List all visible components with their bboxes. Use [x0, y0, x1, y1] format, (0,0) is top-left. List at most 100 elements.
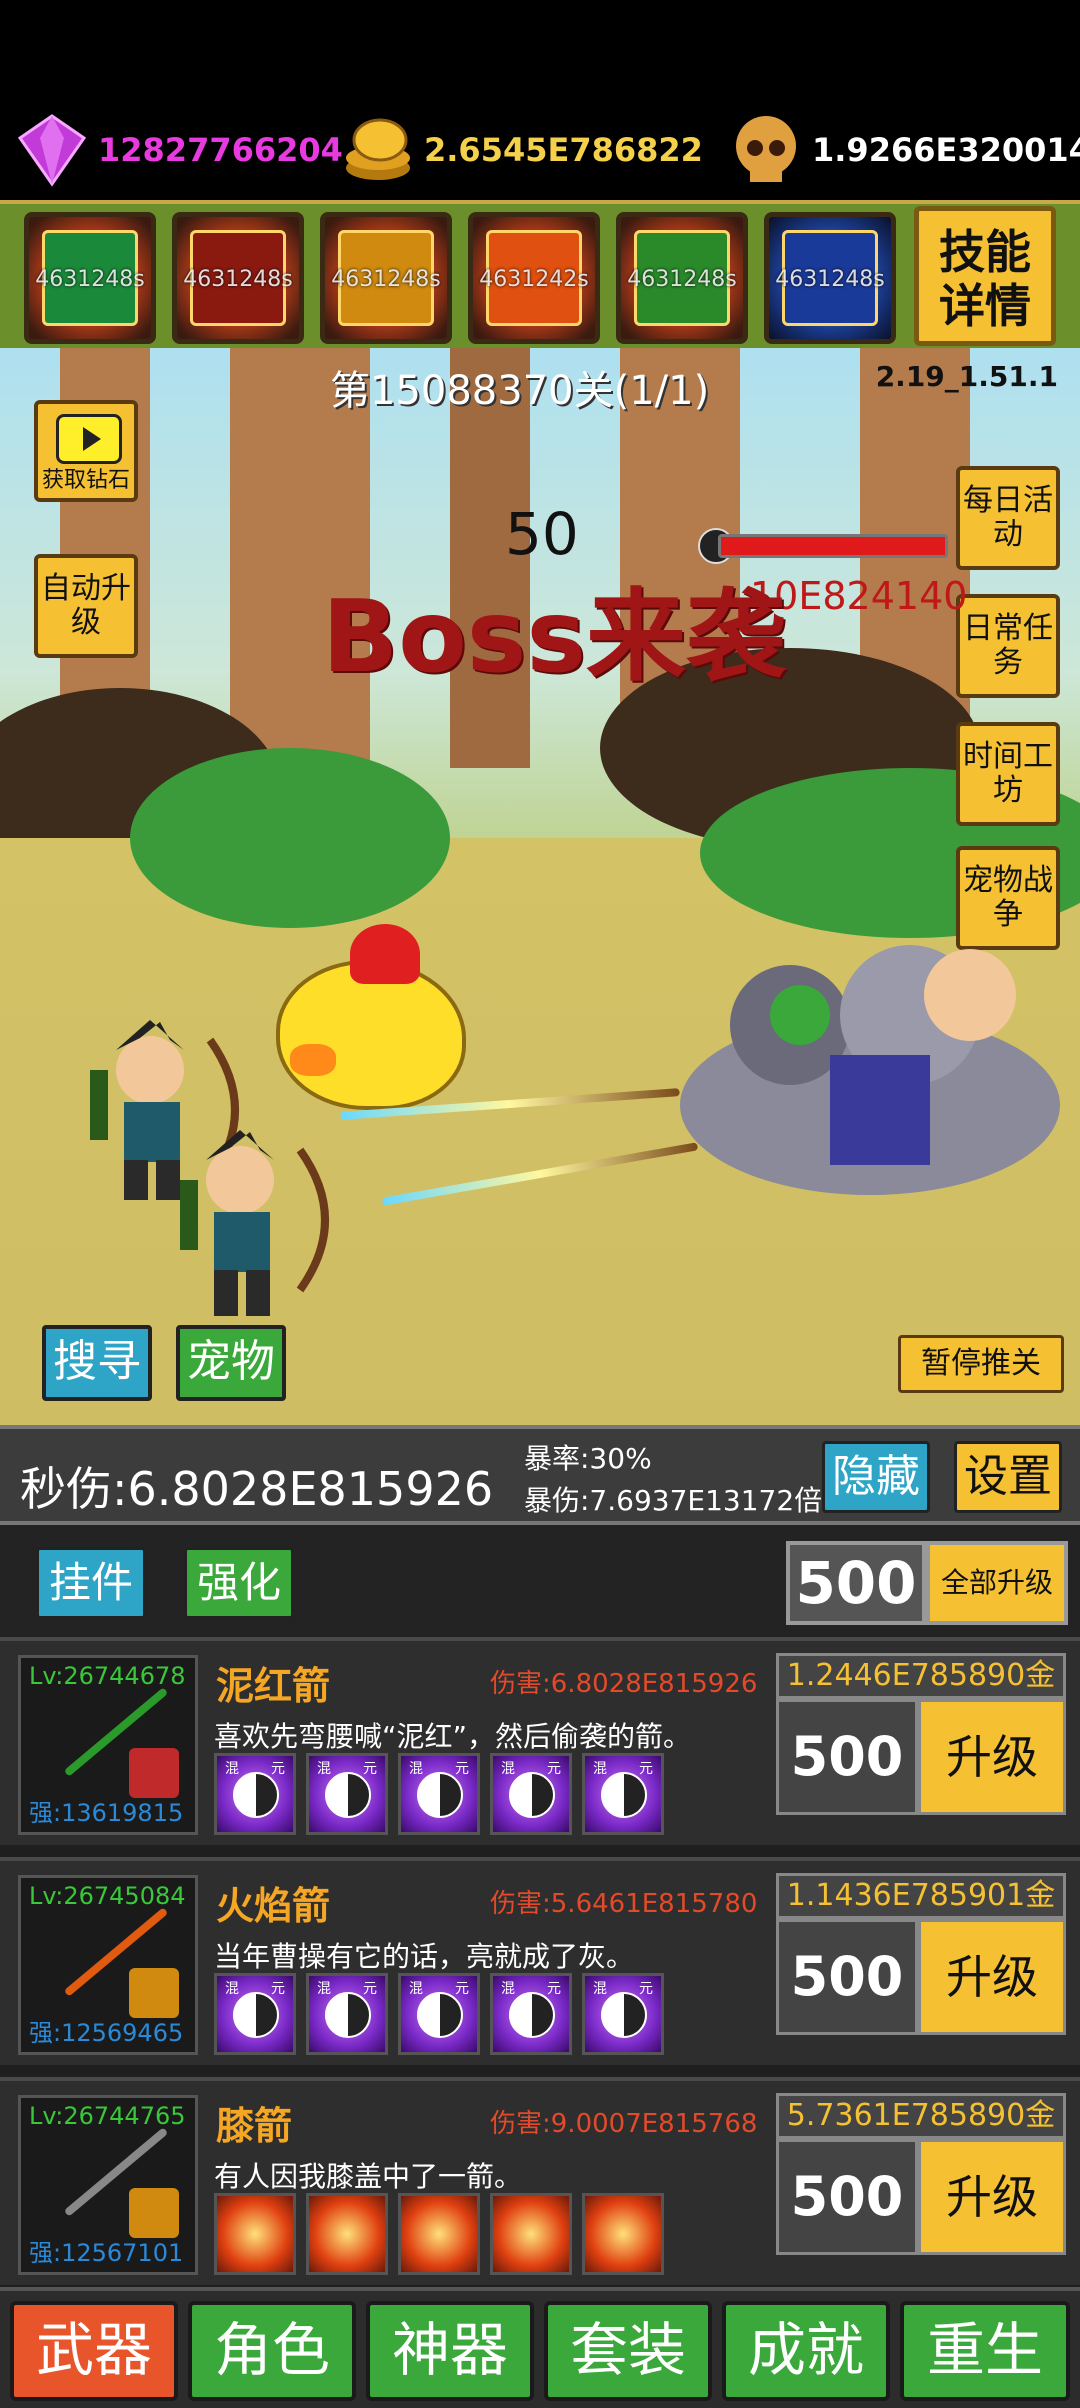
weapon-level: Lv:26744678 — [29, 1662, 186, 1690]
chicken-comb — [350, 924, 420, 984]
auto-upgrade-button[interactable]: 自动升级 — [34, 554, 138, 658]
upgrade-button[interactable]: 升级 — [918, 2139, 1066, 2255]
yinyang-rune-icon[interactable]: 混元 — [582, 1753, 664, 1835]
rune-slots: 混元 混元 混元 混元 混元 — [214, 1753, 664, 1835]
get-diamonds-label: 获取钻石 — [41, 468, 130, 493]
archer-2 — [150, 1120, 350, 1334]
settings-button[interactable]: 设置 — [954, 1441, 1062, 1513]
yinyang-rune-icon[interactable]: 混元 — [398, 1753, 480, 1835]
yinyang-rune-icon[interactable]: 混元 — [306, 1973, 388, 2055]
weapon-level: Lv:26745084 — [29, 1882, 186, 1910]
fire-rune-icon[interactable] — [398, 2193, 480, 2275]
yinyang-rune-icon[interactable]: 混元 — [582, 1973, 664, 2055]
nav-achievements[interactable]: 成就 — [722, 2301, 890, 2401]
coin-counter: 2.6545E786822 — [336, 105, 703, 195]
fire-rune-icon[interactable] — [582, 2193, 664, 2275]
diamond-value: 12827766204 — [98, 131, 343, 169]
gem-icon — [129, 1968, 179, 2018]
chicken-beak — [290, 1044, 336, 1076]
yinyang-rune-icon[interactable]: 混元 — [306, 1753, 388, 1835]
yinyang-rune-icon[interactable]: 混元 — [398, 1973, 480, 2055]
diamond-counter: 12827766204 — [10, 105, 343, 195]
weapon-level: Lv:26744765 — [29, 2102, 186, 2130]
time-workshop-button[interactable]: 时间工坊 — [956, 722, 1060, 826]
weapon-strength: 强:13619815 — [29, 1799, 184, 1827]
skull-icon — [724, 108, 808, 192]
crit-damage: 暴伤:7.6937E13172倍 — [524, 1484, 823, 1517]
pet-button[interactable]: 宠物 — [176, 1325, 286, 1401]
hide-button[interactable]: 隐藏 — [822, 1441, 930, 1513]
daily-task-button[interactable]: 日常任务 — [956, 594, 1060, 698]
fire-rune-icon[interactable] — [490, 2193, 572, 2275]
skill-slot-3[interactable]: 4631248s — [320, 212, 452, 344]
upgrade-button[interactable]: 升级 — [918, 1699, 1066, 1815]
crit-rate: 暴率:30% — [524, 1442, 652, 1475]
upgrade-cost: 1.1436E785901金 — [776, 1873, 1066, 1919]
skill-slot-4[interactable]: 4631242s — [468, 212, 600, 344]
rune-slots — [214, 2193, 664, 2275]
weapon-thumbnail: Lv:26745084 强:12569465 — [18, 1875, 198, 2055]
rune-slots: 混元 混元 混元 混元 混元 — [214, 1973, 664, 2055]
skill-slot-1[interactable]: 4631248s — [24, 212, 156, 344]
weapon-description: 喜欢先弯腰喊“泥红”，然后偷袭的箭。 — [214, 1720, 692, 1753]
upgrade-quantity[interactable]: 500 — [776, 1919, 918, 2035]
bush — [130, 748, 450, 928]
upgrade-quantity[interactable]: 500 — [776, 2139, 918, 2255]
stage-indicator: 第15088370关(1/1) — [330, 368, 710, 414]
weapon-description: 当年曹操有它的话，亮就成了灰。 — [214, 1940, 635, 1973]
weapon-tab-row: 挂件 强化 500 全部升级 — [0, 1525, 1080, 1637]
get-diamonds-button[interactable]: 获取钻石 — [34, 400, 138, 502]
upgrade-cost: 1.2446E785890金 — [776, 1653, 1066, 1699]
upgrade-all-button[interactable]: 全部升级 — [926, 1541, 1068, 1625]
version-label: 2.19_1.51.1 — [875, 360, 1058, 393]
weapon-name: 膝箭 — [216, 2104, 293, 2148]
skill-slot-6[interactable]: 4631248s — [764, 212, 896, 344]
search-button[interactable]: 搜寻 — [42, 1325, 152, 1401]
weapon-name: 泥红箭 — [216, 1664, 331, 1708]
weapon-name: 火焰箭 — [216, 1884, 331, 1928]
skill-slot-5[interactable]: 4631248s — [616, 212, 748, 344]
nav-artifact[interactable]: 神器 — [366, 2301, 534, 2401]
fire-rune-icon[interactable] — [306, 2193, 388, 2275]
skill-timer: 4631248s — [627, 267, 737, 292]
nav-rebirth[interactable]: 重生 — [900, 2301, 1070, 2401]
yinyang-rune-icon[interactable]: 混元 — [490, 1973, 572, 2055]
yinyang-rune-icon[interactable]: 混元 — [214, 1973, 296, 2055]
weapon-damage: 伤害:6.8028E815926 — [490, 1669, 758, 1699]
skill-detail-button[interactable]: 技能详情 — [914, 206, 1056, 346]
upgrade-button[interactable]: 升级 — [918, 1919, 1066, 2035]
weapon-list[interactable]: Lv:26744678 强:13619815 泥红箭 伤害:6.8028E815… — [0, 1637, 1080, 2287]
skill-timer: 4631248s — [775, 267, 885, 292]
list-item: Lv:26744678 强:13619815 泥红箭 伤害:6.8028E815… — [0, 1637, 1080, 1845]
boss-title: Boss来袭 — [322, 578, 786, 695]
upgrade-quantity[interactable]: 500 — [786, 1541, 926, 1625]
weapon-thumbnail: Lv:26744678 强:13619815 — [18, 1655, 198, 1835]
stats-bar: 秒伤:6.8028E815926 暴率:30% 暴伤:7.6937E13172倍… — [0, 1425, 1080, 1525]
daily-activity-button[interactable]: 每日活动 — [956, 466, 1060, 570]
tab-idle[interactable]: 挂件 — [36, 1547, 146, 1619]
nav-set[interactable]: 套装 — [544, 2301, 712, 2401]
skill-slot-2[interactable]: 4631248s — [172, 212, 304, 344]
yinyang-rune-icon[interactable]: 混元 — [214, 1753, 296, 1835]
boss-monster-group — [650, 905, 1070, 1205]
list-item: Lv:26745084 强:12569465 火焰箭 伤害:5.6461E815… — [0, 1857, 1080, 2065]
coins-icon — [336, 108, 420, 192]
weapon-damage: 伤害:5.6461E815780 — [490, 1889, 758, 1919]
gem-icon — [129, 2188, 179, 2238]
skill-timer: 4631242s — [479, 267, 589, 292]
upgrade-quantity[interactable]: 500 — [776, 1699, 918, 1815]
skill-timer: 4631248s — [183, 267, 293, 292]
nav-weapons[interactable]: 武器 — [10, 2301, 178, 2401]
boss-hp-fill — [721, 537, 945, 555]
list-item: Lv:26744765 强:12567101 膝箭 伤害:9.0007E8157… — [0, 2077, 1080, 2285]
yinyang-rune-icon[interactable]: 混元 — [490, 1753, 572, 1835]
nav-character[interactable]: 角色 — [188, 2301, 356, 2401]
skull-counter: 1.9266E320014 — [724, 105, 1080, 195]
fire-rune-icon[interactable] — [214, 2193, 296, 2275]
skill-timer: 4631248s — [35, 267, 145, 292]
weapon-thumbnail: Lv:26744765 强:12567101 — [18, 2095, 198, 2275]
tab-enhance[interactable]: 强化 — [184, 1547, 294, 1619]
bottom-nav: 武器 角色 神器 套装 成就 重生 — [0, 2287, 1080, 2408]
pause-push-button[interactable]: 暂停推关 — [898, 1335, 1064, 1393]
weapon-strength: 强:12567101 — [29, 2239, 184, 2267]
